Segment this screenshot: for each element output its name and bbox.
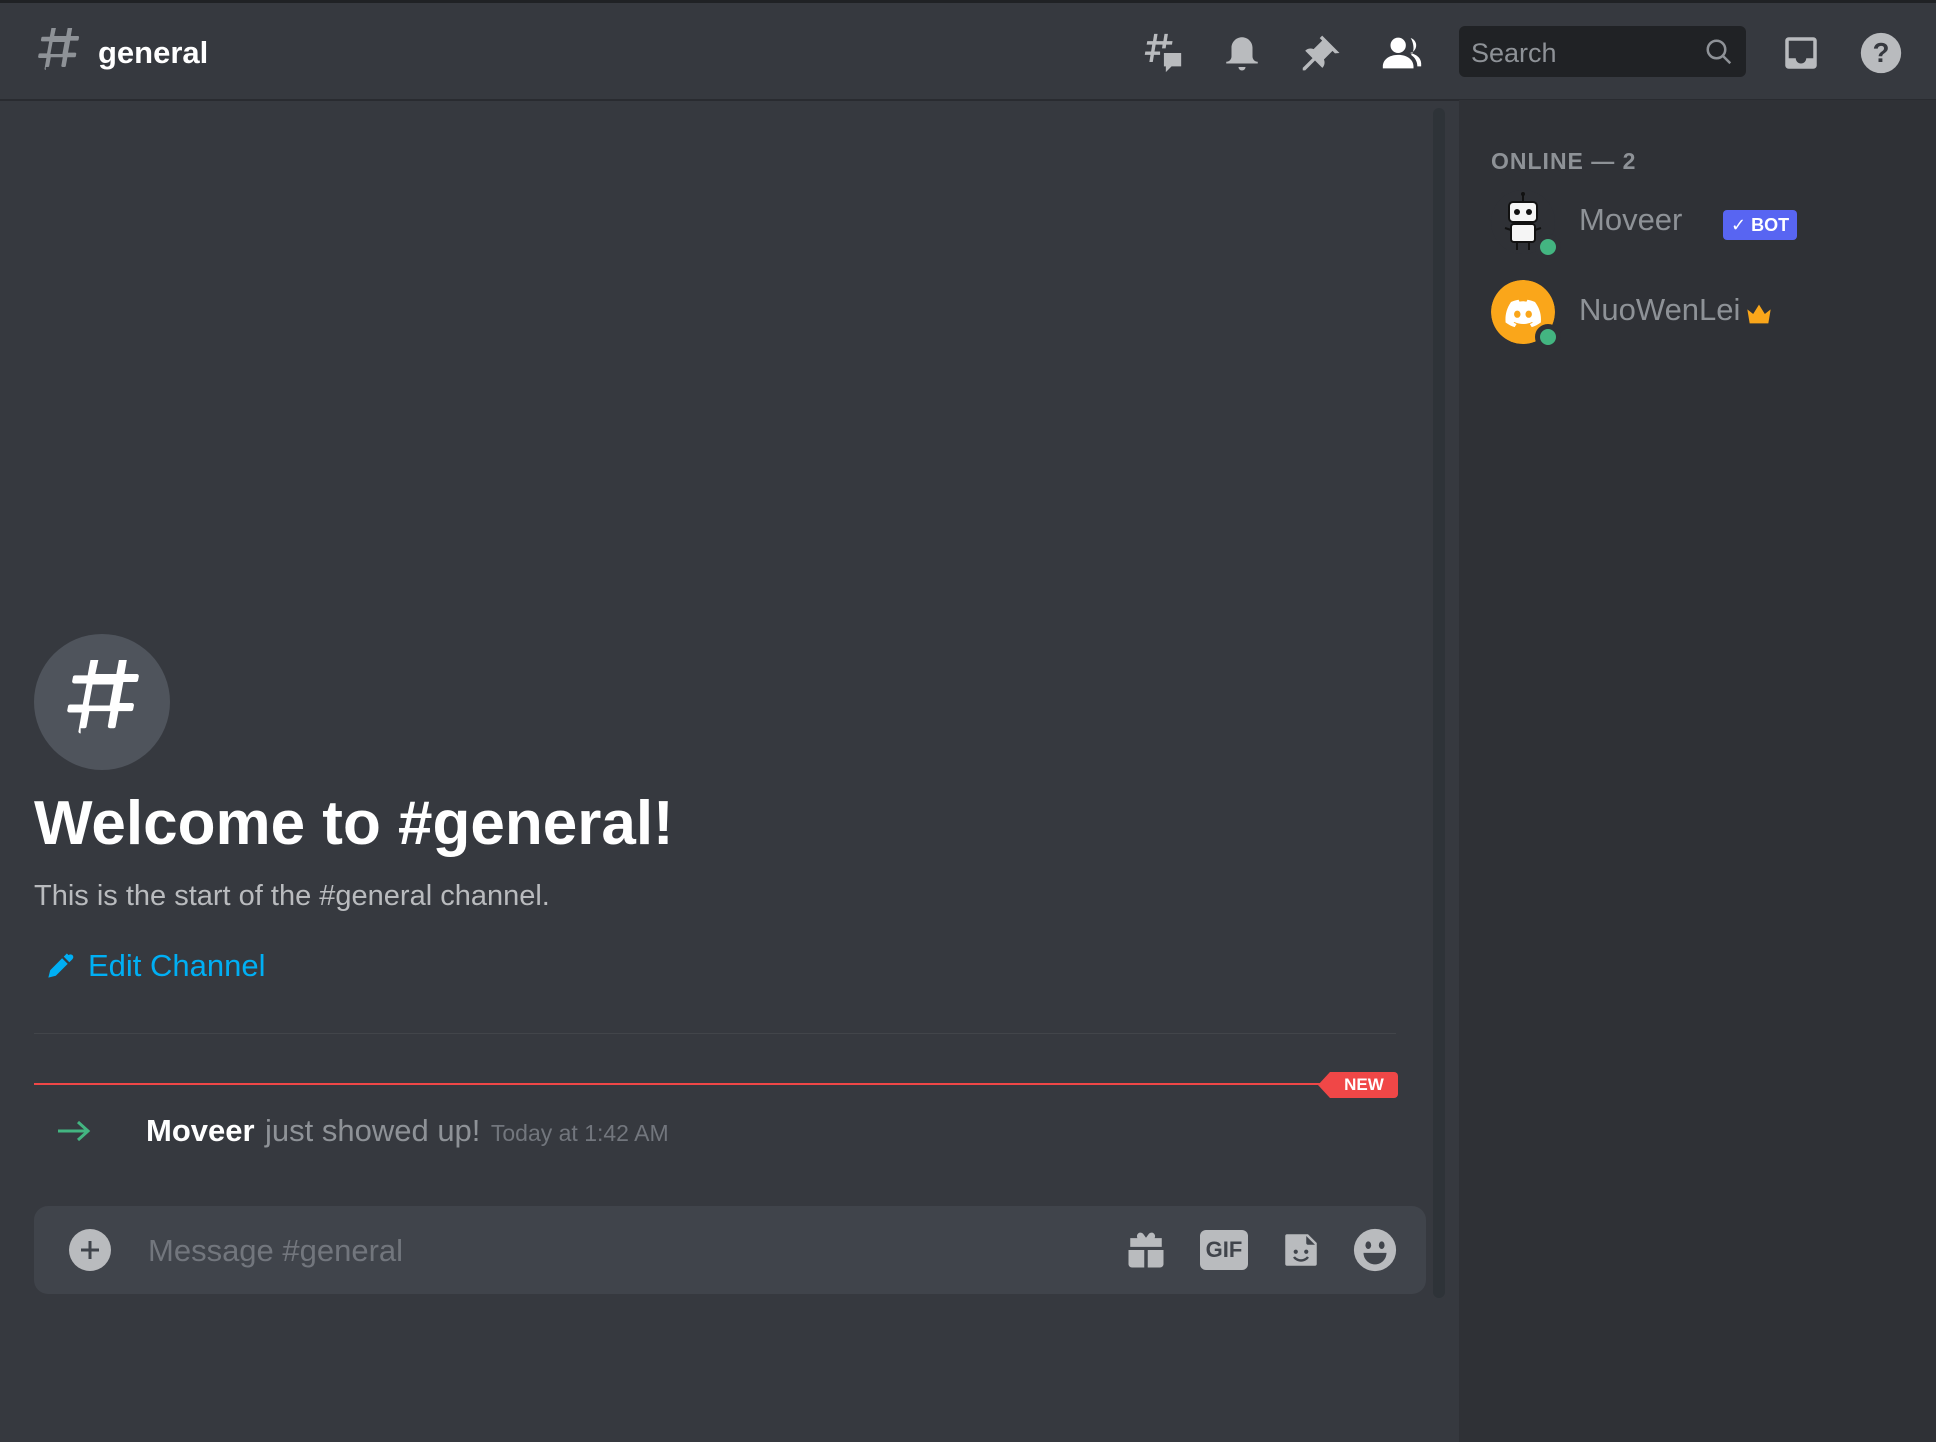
join-arrow-icon — [58, 1120, 91, 1142]
hash-icon — [38, 28, 80, 70]
message-username[interactable]: Moveer — [146, 1113, 255, 1148]
members-online-header: ONLINE — 2 — [1491, 148, 1637, 174]
channel-header: general Search ? — [0, 3, 1936, 99]
channel-title: general — [98, 35, 209, 70]
message-timestamp[interactable]: Today at 1:42 AM — [491, 1120, 669, 1146]
inbox-icon[interactable] — [1777, 29, 1825, 77]
members-icon — [1382, 37, 1422, 69]
member-list: ONLINE — 2 Moveer ✓ BOT NuoWenLei — [1459, 100, 1936, 1442]
member-list-icon[interactable] — [1378, 29, 1426, 77]
gift-icon — [1128, 1232, 1164, 1268]
svg-text:?: ? — [1873, 37, 1890, 68]
pencil-icon — [48, 953, 74, 978]
message-text: just showed up! — [265, 1113, 481, 1148]
chat-area: Welcome to #general! This is the start o… — [0, 100, 1458, 1442]
welcome-title: Welcome to #general! — [34, 789, 674, 858]
member-item-moveer[interactable]: Moveer ✓ BOT — [1491, 190, 1911, 260]
crown-icon — [1747, 304, 1771, 324]
new-messages-divider — [34, 1083, 1334, 1085]
pinned-messages-icon[interactable] — [1298, 29, 1346, 77]
attach-button[interactable] — [69, 1229, 111, 1271]
edit-channel-link[interactable]: Edit Channel — [46, 946, 266, 986]
smiley-face-icon — [1353, 1228, 1397, 1272]
plus-icon — [81, 1241, 99, 1259]
new-badge: NEW — [1318, 1072, 1398, 1098]
member-name: Moveer — [1579, 202, 1683, 237]
bell-icon — [1226, 37, 1258, 71]
channel-welcome-hash-icon — [34, 634, 170, 770]
pin-icon — [1302, 35, 1340, 71]
threads-icon-glyph — [1144, 33, 1182, 73]
question-mark-icon: ? — [1860, 32, 1902, 74]
message-content: Moveer just showed up! Today at 1:42 AM — [146, 1113, 669, 1149]
bot-badge: ✓ BOT — [1723, 210, 1798, 240]
emoji-button[interactable] — [1351, 1226, 1399, 1274]
edit-channel-label: Edit Channel — [88, 948, 266, 983]
help-icon[interactable]: ? — [1857, 29, 1905, 77]
section-divider — [34, 1033, 1396, 1034]
join-message: Moveer just showed up! Today at 1:42 AM — [0, 1105, 1430, 1161]
sticker-icon — [1285, 1234, 1317, 1266]
gif-button[interactable]: GIF — [1200, 1226, 1248, 1274]
welcome-subtitle: This is the start of the #general channe… — [34, 880, 550, 912]
hash-icon — [67, 660, 139, 734]
message-composer: GIF — [34, 1206, 1426, 1294]
message-input[interactable] — [146, 1220, 1090, 1282]
online-status-indicator — [1535, 234, 1561, 260]
notification-bell-icon[interactable] — [1218, 29, 1266, 77]
search-placeholder: Search — [1471, 38, 1557, 68]
member-name: NuoWenLei — [1579, 292, 1741, 327]
search-icon — [1706, 39, 1732, 65]
chat-scrollbar[interactable] — [1433, 108, 1445, 1298]
sticker-button[interactable] — [1277, 1226, 1325, 1274]
threads-icon[interactable] — [1138, 29, 1186, 77]
member-item-nuowenlei[interactable]: NuoWenLei — [1491, 280, 1911, 350]
search-box[interactable]: Search — [1459, 26, 1746, 77]
gif-icon: GIF — [1200, 1230, 1248, 1270]
online-status-indicator — [1535, 324, 1561, 350]
inbox-icon-glyph — [1785, 37, 1817, 69]
gift-button[interactable] — [1122, 1226, 1170, 1274]
